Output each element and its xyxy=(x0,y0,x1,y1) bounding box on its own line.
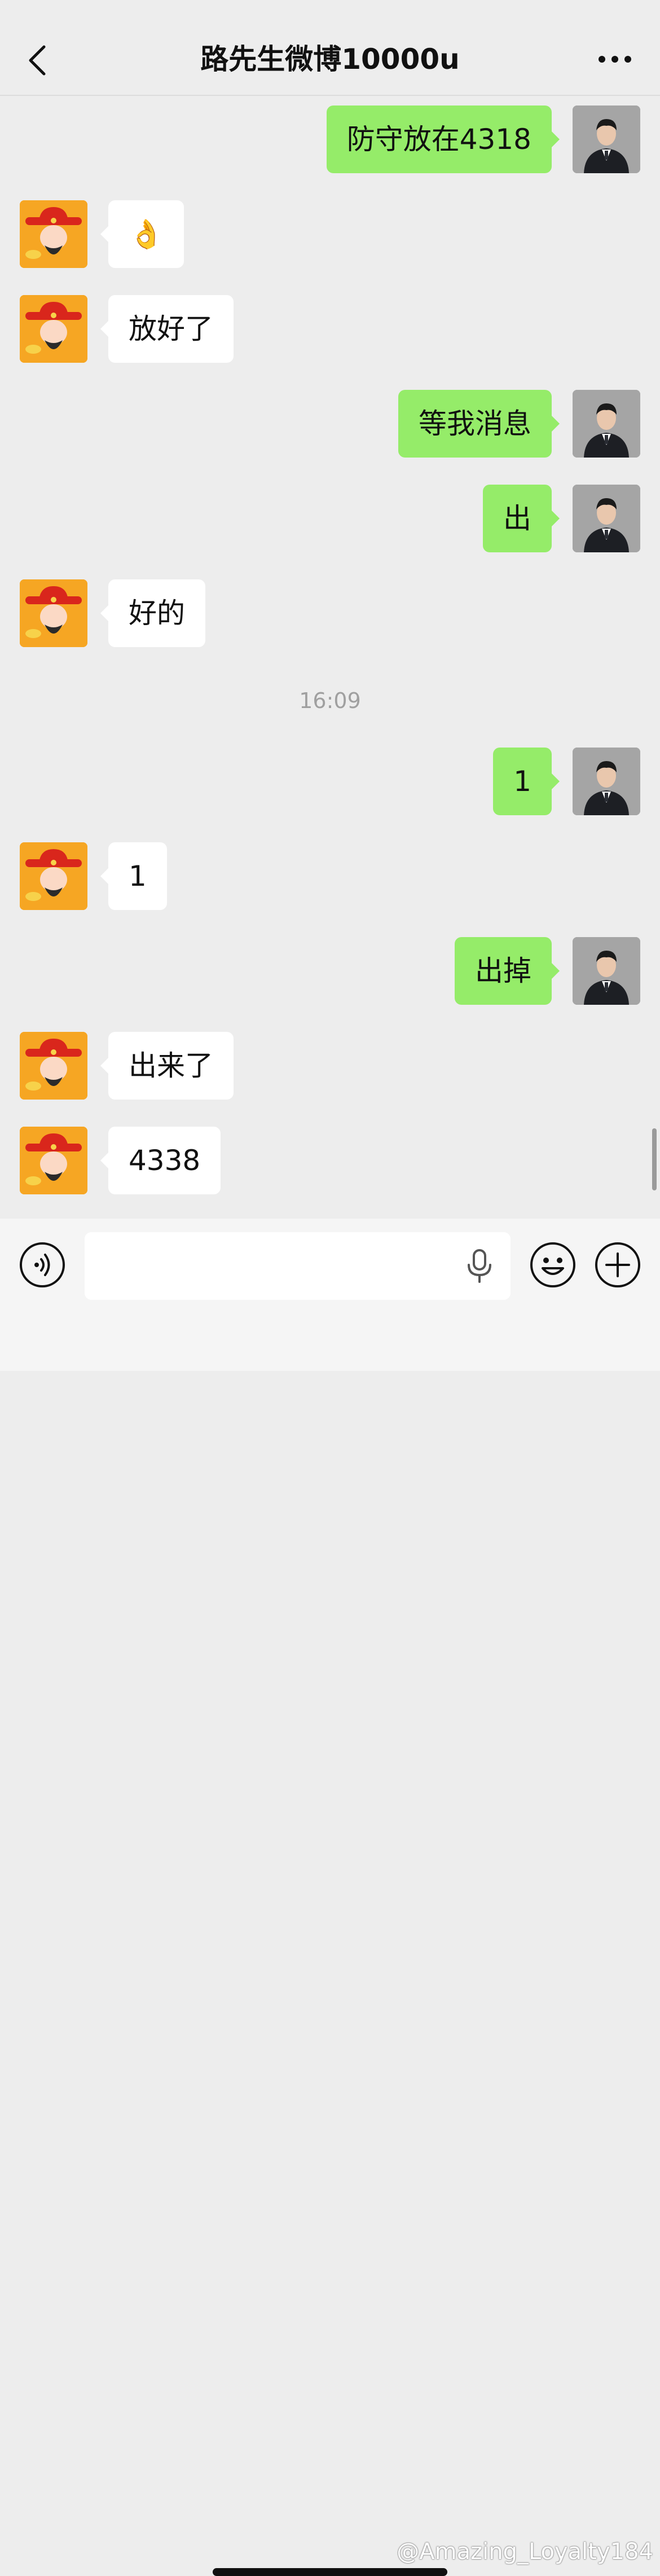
message-bubble-incoming[interactable]: 出来了 xyxy=(100,1032,234,1100)
message-bubble-outgoing[interactable]: 等我消息 xyxy=(398,390,560,458)
message-row: 好的 xyxy=(0,579,660,647)
message-row: 放好了 xyxy=(0,295,660,363)
avatar-self[interactable] xyxy=(573,937,640,1005)
chat-header: 路先生微博10000u xyxy=(0,0,660,96)
message-bubble-incoming[interactable]: 1 xyxy=(100,842,167,910)
message-row: 1 xyxy=(0,748,660,815)
input-bar: @Amazing_Loyalty184 xyxy=(0,1219,660,2576)
fortune-god-avatar-icon xyxy=(20,842,87,910)
avatar-self[interactable] xyxy=(573,105,640,173)
avatar-self[interactable] xyxy=(573,485,640,552)
voice-icon xyxy=(20,1242,65,1287)
message-bubble-incoming[interactable]: 👌 xyxy=(100,200,184,268)
avatar-contact[interactable] xyxy=(20,1032,87,1100)
message-row: 👌 xyxy=(0,200,660,268)
avatar-contact[interactable] xyxy=(20,842,87,910)
fortune-god-avatar-icon xyxy=(20,200,87,268)
microphone-icon[interactable] xyxy=(465,1248,494,1284)
message-row: 出掉 xyxy=(0,937,660,1005)
message-row: 防守放在4318 xyxy=(0,105,660,173)
message-bubble-outgoing[interactable]: 出掉 xyxy=(455,937,560,1005)
message-row: 等我消息 xyxy=(0,390,660,458)
home-indicator[interactable] xyxy=(213,2568,447,2576)
fortune-god-avatar-icon xyxy=(20,1032,87,1100)
businessman-avatar-icon xyxy=(573,485,640,552)
scrollbar-thumb[interactable] xyxy=(652,1128,657,1190)
voice-mode-button[interactable] xyxy=(19,1241,66,1289)
more-functions-button[interactable] xyxy=(594,1241,641,1289)
fortune-god-avatar-icon xyxy=(20,1127,87,1194)
avatar-self[interactable] xyxy=(573,748,640,815)
message-row: 出来了 xyxy=(0,1032,660,1100)
message-row: 出 xyxy=(0,485,660,552)
watermark: @Amazing_Loyalty184 xyxy=(397,2539,653,2565)
businessman-avatar-icon xyxy=(573,937,640,1005)
message-bubble-outgoing[interactable]: 防守放在4318 xyxy=(326,105,560,173)
fortune-god-avatar-icon xyxy=(20,295,87,363)
businessman-avatar-icon xyxy=(573,390,640,458)
message-bubble-incoming[interactable]: 好的 xyxy=(100,579,205,647)
more-dots-icon xyxy=(599,56,631,63)
avatar-contact[interactable] xyxy=(20,579,87,647)
message-row: 4338 xyxy=(0,1127,660,1194)
chat-title: 路先生微博10000u xyxy=(200,43,460,76)
emoji-icon xyxy=(530,1242,575,1287)
emoji-button[interactable] xyxy=(529,1241,577,1289)
message-row: 1 xyxy=(0,842,660,910)
avatar-contact[interactable] xyxy=(20,1127,87,1194)
avatar-contact[interactable] xyxy=(20,295,87,363)
message-bubble-incoming[interactable]: 4338 xyxy=(100,1127,221,1194)
message-bubble-incoming[interactable]: 放好了 xyxy=(100,295,234,363)
message-input[interactable] xyxy=(85,1232,511,1300)
message-timestamp: 16:09 xyxy=(299,688,361,713)
plus-icon xyxy=(595,1242,640,1287)
message-bubble-outgoing[interactable]: 出 xyxy=(483,485,560,552)
avatar-self[interactable] xyxy=(573,390,640,458)
fortune-god-avatar-icon xyxy=(20,579,87,647)
businessman-avatar-icon xyxy=(573,748,640,815)
message-bubble-outgoing[interactable]: 1 xyxy=(493,748,560,815)
businessman-avatar-icon xyxy=(573,105,640,173)
message-list[interactable]: 防守放在4318 👌 放好了 等我消息 出 好的 16:09 1 1 出掉 出来… xyxy=(0,96,660,1219)
avatar-contact[interactable] xyxy=(20,200,87,268)
more-button[interactable] xyxy=(592,45,637,73)
